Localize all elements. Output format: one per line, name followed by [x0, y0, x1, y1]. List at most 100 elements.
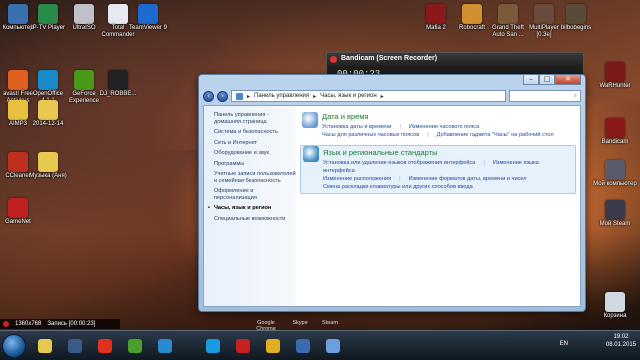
desktop-icon[interactable]: Корзина [592, 292, 638, 320]
close-button[interactable]: ✕ [555, 75, 581, 85]
globe-icon [303, 146, 319, 162]
recording-dot-icon [3, 321, 9, 327]
sidebar-item[interactable]: Учетные записи пользователей и семейная … [214, 171, 296, 184]
breadcrumb-clock-region[interactable]: Часы, язык и регион [320, 93, 376, 99]
app-icon [38, 152, 58, 172]
taskbar-media-button[interactable] [154, 334, 176, 358]
bandicam-titlebar[interactable]: Bandicam (Screen Recorder) [327, 53, 583, 66]
desktop-icon-label: TeamViewer 9 [129, 25, 167, 31]
category-title[interactable]: Язык и региональные стандарты [323, 148, 575, 157]
record-icon [330, 56, 337, 63]
desktop-icon-label: Bandicam [601, 139, 629, 145]
sidebar-item[interactable]: Панель управления - домашняя страница [214, 112, 296, 125]
task-link[interactable]: Установка даты и времени [322, 124, 391, 130]
task-link[interactable]: Установка или удаление языков отображени… [323, 160, 475, 166]
control-panel-window[interactable]: – □ ✕ ‹ › ▸ Панель управления ▸ Часы, яз… [198, 74, 586, 312]
desktop-icon[interactable]: 2014-12-14 [26, 100, 70, 128]
taskbar-explorer-button[interactable] [34, 334, 56, 358]
link-separator: | [483, 160, 485, 166]
desktop-icon[interactable]: Mafia 2 [416, 4, 456, 32]
desktop-icon[interactable]: GameNet [0, 198, 40, 226]
app-icon [605, 200, 625, 220]
task-link[interactable]: Изменение форматов даты, времени и чисел [409, 176, 527, 182]
link-row: Изменение расположения | Изменение формато… [323, 175, 575, 183]
taskbar-player-button[interactable] [292, 334, 314, 358]
taskbar-yandex-browser-button[interactable] [94, 334, 116, 358]
search-input[interactable]: ⌕ [509, 90, 581, 102]
app-icon [38, 4, 58, 24]
maximize-button[interactable]: □ [539, 75, 555, 85]
desktop-icon[interactable]: DJ_ROBBE... [96, 70, 140, 98]
desktop-icon[interactable]: Grand Theft Auto San ... [488, 4, 528, 39]
taskbar-skype-button[interactable] [202, 334, 224, 358]
app-icon [605, 118, 625, 138]
skype-icon [206, 339, 220, 353]
desktop-icon-label: Корзина [603, 313, 627, 319]
link-separator: | [399, 176, 401, 182]
taskbar-bandicam-button[interactable] [232, 334, 254, 358]
app-icon [426, 4, 446, 24]
sidebar-item[interactable]: Специальные возможности [214, 216, 296, 223]
recorder-status-bar: 1360x768 Запись [00:00:23] [0, 319, 120, 329]
desktop-icon-label: Robocraft [458, 25, 485, 31]
taskbar-control-panel-button[interactable] [322, 334, 344, 358]
app-icon [605, 62, 625, 82]
search-icon: ⌕ [573, 92, 577, 99]
task-link[interactable]: Смена раскладки клавиатуры или других сп… [323, 184, 473, 190]
desktop-icon[interactable]: Мой компьютер [592, 160, 638, 188]
task-link[interactable]: Часы для различных часовых поясов [322, 132, 419, 138]
minimize-button[interactable]: – [523, 75, 539, 85]
desktop-icon[interactable]: bilbobegins [556, 4, 596, 32]
link-separator: | [427, 132, 429, 138]
app-icon [605, 160, 625, 180]
desktop-icon-label: Mafia 2 [426, 25, 446, 31]
main-panel: Дата и время Установка даты и времени | Изм… [300, 112, 576, 306]
app-icon [462, 4, 482, 24]
desktop-icon-label: Мой Steam [599, 221, 631, 227]
desktop-icon[interactable]: Robocraft [452, 4, 492, 32]
app-icon [566, 4, 586, 24]
taskbar-steam-button[interactable] [64, 334, 86, 358]
app-icon [8, 70, 28, 90]
sidebar-item[interactable]: Оборудование и звук [214, 150, 296, 157]
sidebar-item[interactable]: Часы, язык и регион [208, 205, 296, 212]
breadcrumb-separator-icon: ▸ [380, 93, 384, 100]
sidebar-item[interactable]: Система и безопасность [214, 129, 296, 136]
forward-icon[interactable]: › [217, 90, 228, 102]
sidebar-item[interactable]: Сеть и Интернет [214, 140, 296, 147]
sidebar: Панель управления - домашняя страница Сис… [204, 106, 296, 306]
app-icon [8, 4, 28, 24]
app-icon [138, 4, 158, 24]
link-separator: | [399, 124, 401, 130]
recorder-resolution: 1360x768 [15, 321, 42, 327]
ghost-label-steam: Steam [322, 320, 338, 326]
app-icon [108, 70, 128, 90]
app-icon [605, 292, 625, 312]
desktop-icon[interactable]: WaRHunter [592, 62, 638, 90]
recorder-status: Запись [00:00:23] [47, 321, 96, 327]
address-bar[interactable]: ▸ Панель управления ▸ Часы, язык и регио… [231, 90, 506, 102]
clock-icon [302, 112, 318, 128]
category-title[interactable]: Дата и время [322, 112, 576, 121]
desktop-icon[interactable]: Музыка (Аня) [26, 152, 70, 180]
link-row: Установка или удаление языков отображени… [323, 159, 575, 175]
taskbar-utorrent-button[interactable] [124, 334, 146, 358]
sidebar-item[interactable]: Программы [214, 161, 296, 168]
desktop-icon[interactable]: Bandicam [592, 118, 638, 146]
task-link[interactable]: Изменение часового пояса [409, 124, 479, 130]
task-link[interactable]: Изменение расположения [323, 176, 391, 182]
taskbar-chrome-button[interactable] [262, 334, 284, 358]
language-indicator[interactable]: EN [560, 341, 568, 347]
task-link[interactable]: Добавление гаджета "Часы" на рабочий сто… [437, 132, 554, 138]
start-button[interactable] [2, 334, 26, 358]
desktop-icon-label: Музыка (Аня) [29, 173, 67, 179]
player-icon [296, 339, 310, 353]
clock[interactable]: 19:02 08.01.2015 [606, 333, 636, 349]
desktop-icon[interactable]: TeamViewer 9 [126, 4, 170, 32]
sidebar-item[interactable]: Оформление и персонализация [214, 188, 296, 201]
desktop-icon[interactable]: Мой Steam [592, 200, 638, 228]
link-row: Смена раскладки клавиатуры или других сп… [323, 183, 575, 191]
back-icon[interactable]: ‹ [203, 90, 214, 102]
clock-time: 19:02 [613, 334, 629, 340]
breadcrumb-control-panel[interactable]: Панель управления [254, 93, 309, 99]
